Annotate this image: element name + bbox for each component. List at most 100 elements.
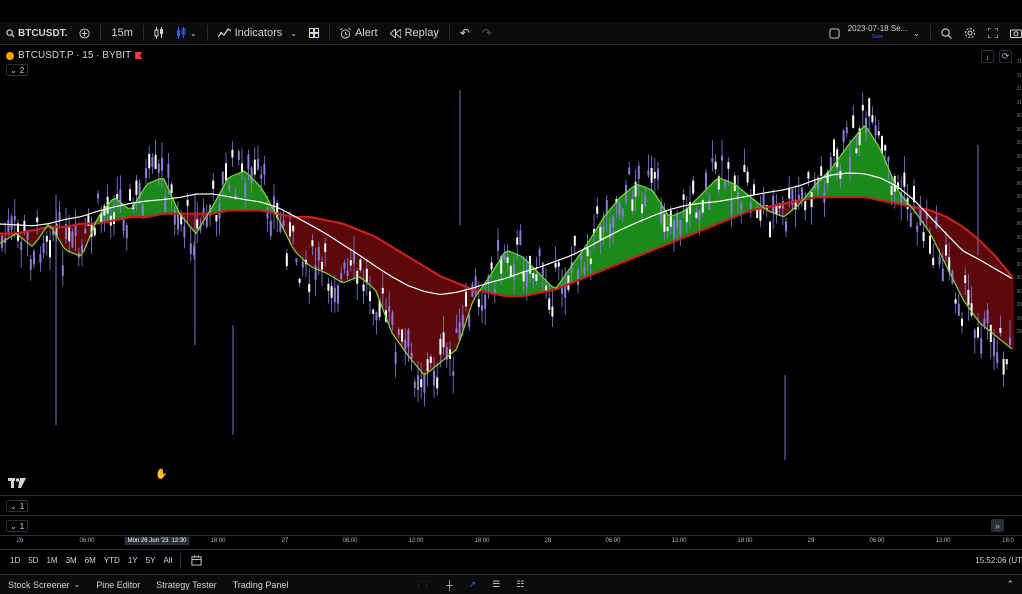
tab-pine-editor[interactable]: Pine Editor [88,580,148,590]
indicators-collapse-toggle[interactable]: ⌄ 2 [6,64,29,76]
range-button-all[interactable]: All [159,556,176,565]
tab-trading-panel[interactable]: Trading Panel [225,580,297,590]
refresh-button[interactable]: ⟳ [999,50,1012,63]
bottom-panel-tabs: Stock Screener ⌄ Pine Editor Strategy Te… [0,574,1022,594]
scroll-to-realtime-button[interactable]: » [991,519,1004,532]
cloud-segment [327,220,330,276]
chart-canvas[interactable]: ✋ [0,45,1022,495]
time-tick: 18:00 [474,538,490,544]
layouts-button[interactable] [303,22,325,45]
indicators-button[interactable]: Indicators ⌄ [212,22,303,45]
cloud-segment [150,181,153,217]
cloud-segment [993,253,996,337]
fullscreen-button[interactable] [982,22,1004,45]
candle-body [33,251,35,265]
candle-body [298,278,301,283]
chevron-down-icon: ⌄ [913,28,920,38]
tab-label: Stock Screener [8,579,70,590]
candle-body [452,371,455,376]
time-tick: Mon 26 Jun '23 [124,537,172,545]
candle-body [941,268,944,282]
indicator-pane-2[interactable]: ⌄ 1 » [0,515,1022,535]
candle-body [266,208,269,219]
candle-body [938,256,941,265]
candle-body [650,167,653,183]
cloud-segment [393,247,396,339]
redo-button[interactable]: ↷ [476,22,498,45]
candle-body [708,199,711,210]
quick-search-button[interactable] [935,22,958,45]
candle-body [311,240,314,247]
candle-body [871,115,874,123]
candle-body [759,207,762,221]
candles-type-button[interactable] [148,22,170,45]
candle-body [225,163,227,181]
range-button-6m[interactable]: 6M [81,556,100,565]
candle-body [865,117,867,134]
filter-tool[interactable]: ☷ [508,579,532,590]
symbol-label: BTCUSDT. [18,27,68,39]
candle-body [10,216,13,230]
range-button-1d[interactable]: 1D [6,556,24,565]
clock-readout[interactable]: 15:52:06 (UT [975,556,1022,565]
candle-body [359,259,362,271]
range-button-5d[interactable]: 5D [24,556,42,565]
candle-body [727,162,730,169]
pane-collapse-toggle[interactable]: ⌄ 1 [6,520,29,532]
indicator-count: 2 [19,65,25,75]
candle-body [151,157,154,167]
symbol-search[interactable]: BTCUSDT. [0,22,73,45]
layout-save-button[interactable]: 2023-07-18 Se... Save ⌄ [823,22,926,45]
candle-body [497,240,499,251]
time-tick: 12:00 [935,538,951,544]
pane-collapse-toggle[interactable]: ⌄ 1 [6,500,29,512]
range-button-ytd[interactable]: YTD [100,556,124,565]
cloud-segment [333,221,336,279]
cloud-segment [342,223,345,283]
drag-handle[interactable]: ⋮⋮ [406,580,438,589]
tab-strategy-tester[interactable]: Strategy Tester [148,580,224,590]
cloud-segment [879,147,882,201]
candle-body [407,329,410,348]
list-tool[interactable]: ☰ [484,579,508,590]
cloud-segment [591,233,594,276]
candle-body [932,257,935,266]
indicator-pane-1[interactable]: ⌄ 1 [0,495,1022,515]
goto-date-button[interactable] [185,549,208,572]
candle-body [183,226,186,238]
compare-button[interactable] [73,22,96,45]
candle-body [317,247,320,261]
range-button-3m[interactable]: 3M [62,556,81,565]
candle-body [775,205,778,215]
range-button-1y[interactable]: 1Y [124,556,142,565]
snapshot-button[interactable] [1004,22,1022,45]
candle-body [807,172,810,179]
crosshair-tool[interactable]: ┼ [438,580,460,590]
replay-button[interactable]: Replay [384,22,445,45]
candle-body [170,184,173,193]
time-axis[interactable]: 26 06:00 Mon 26 Jun '23 12:30 18:00 27 06:00 12… [0,535,1022,548]
candle-body [557,262,560,267]
range-button-1m[interactable]: 1M [42,556,61,565]
divider [930,25,931,41]
cursor-tool[interactable]: ➚ [461,579,485,590]
candle-body [484,295,487,309]
candle-body [269,220,272,236]
chart-style-button[interactable]: ⌄ [170,22,203,45]
tab-stock-screener[interactable]: Stock Screener ⌄ [0,580,88,590]
candle-body [282,220,285,227]
alert-button[interactable]: Alert [334,22,384,45]
interval-button[interactable]: 15m [105,22,138,45]
price-axis[interactable]: 31 31 31 31 30 30 30 30 30 30 30 30 30 30 30 30 30 30 29 29… [1014,45,1022,535]
cloud-segment [159,177,162,215]
settings-button[interactable] [958,22,982,45]
scroll-down-button[interactable]: ↓ [981,50,994,63]
flag-icon[interactable] [135,52,143,59]
grid-icon [308,28,319,38]
undo-button[interactable]: ↶ [454,22,476,45]
candle-body [263,164,266,176]
candle-body [1002,358,1005,375]
candle-body [237,151,240,160]
range-button-5y[interactable]: 5Y [142,556,160,565]
maximize-panel-button[interactable]: ⌃ [998,579,1022,590]
